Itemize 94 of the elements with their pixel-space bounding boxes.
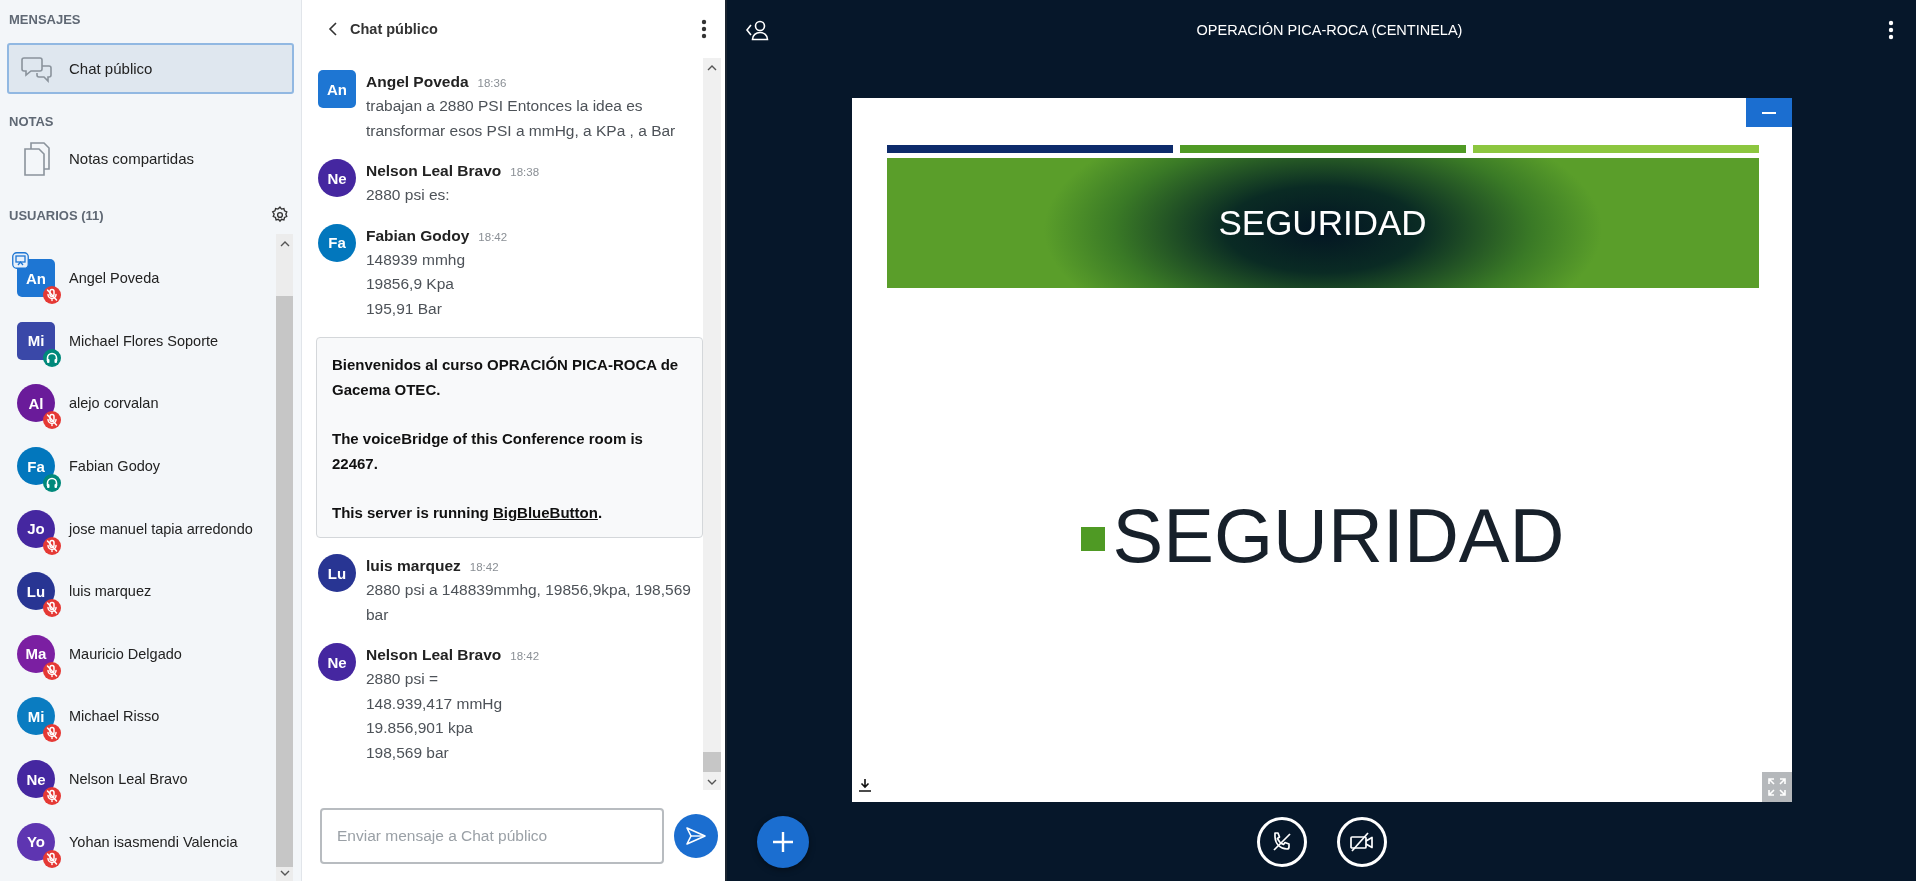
user-list-item[interactable]: Mi Michael Risso (0, 685, 276, 748)
user-name: jose manuel tapia arredondo (69, 520, 253, 537)
user-avatar: Yo (17, 822, 55, 861)
user-name: Mauricio Delgado (69, 645, 182, 662)
user-name: alejo corvalan (69, 395, 159, 412)
more-options-icon[interactable] (1888, 20, 1894, 40)
minimize-button[interactable] (1745, 98, 1792, 127)
scroll-down-icon[interactable] (707, 778, 717, 786)
user-list-item[interactable]: Ne Nelson Leal Bravo (0, 747, 276, 811)
send-icon (685, 825, 707, 846)
user-avatar: Ne (318, 643, 356, 681)
message-text: 195,91 Bar (366, 298, 443, 319)
user-avatar: Ma (17, 634, 55, 673)
user-avatar: Fa (17, 447, 55, 486)
scroll-up-icon[interactable] (279, 240, 290, 248)
section-heading: USUARIOS (11) (9, 207, 104, 223)
more-options-icon[interactable] (701, 19, 707, 39)
message-text: 198,569 bar (366, 742, 450, 763)
video-button[interactable] (1336, 816, 1387, 867)
scrollbar-thumb[interactable] (276, 296, 293, 867)
welcome-text: Bienvenidos al curso OPRACIÓN PICA-ROCA de Gacema OTEC. (332, 355, 680, 400)
fullscreen-icon (1766, 777, 1787, 797)
user-name: Nelson Leal Bravo (69, 771, 188, 788)
bigbluebutton-link[interactable]: BigBlueButton (492, 504, 598, 521)
message-text: 2880 psi es: (366, 185, 451, 205)
user-name: Angel Poveda (69, 270, 160, 287)
download-icon[interactable] (857, 778, 872, 792)
message-time: 18:38 (510, 166, 540, 178)
message-author: Nelson Leal Bravo (366, 161, 502, 181)
section-heading: NOTAS (8, 114, 55, 129)
user-avatar: Jo (17, 509, 55, 548)
plus-icon (771, 829, 795, 854)
user-avatar: Ne (318, 159, 356, 197)
user-name: Michael Flores Soporte (69, 332, 219, 349)
message-author: Fabian Godoy (366, 225, 470, 246)
chat-title: Chat público (350, 21, 439, 37)
minimize-icon (1761, 111, 1776, 114)
user-list-item[interactable]: Mi Michael Flores Soporte (0, 309, 276, 373)
message-text: 148939 mmhg (366, 249, 467, 270)
message-author: Angel Poveda (366, 72, 469, 92)
section-heading: MENSAJES (8, 12, 82, 27)
welcome-text: This server is running BigBlueButton. (332, 503, 604, 523)
user-name: Yohan isasmendi Valencia (69, 833, 238, 850)
message-author: Nelson Leal Bravo (366, 645, 502, 665)
audio-button[interactable] (1256, 816, 1307, 867)
user-avatar: Mi (17, 321, 55, 360)
user-avatar: Lu (318, 554, 356, 592)
message-input-field[interactable]: Enviar mensaje a Chat público (320, 807, 664, 864)
user-avatar: Ne (17, 760, 55, 799)
chat-item[interactable]: Chat público (7, 43, 294, 94)
message-time: 18:42 (510, 650, 540, 662)
user-list-item[interactable]: Jo jose manuel tapia arredondo (0, 497, 276, 560)
scrollbar-thumb[interactable] (703, 752, 721, 772)
user-avatar: Fa (318, 223, 356, 262)
user-list-item[interactable]: Yo Yohan isasmendi Valencia (0, 810, 276, 873)
back-chevron-icon[interactable] (328, 22, 338, 36)
message-time: 18:36 (477, 77, 507, 89)
message-text: 2880 psi a 148839mmhg, 19856,9kpa, 198,569 bar (366, 580, 692, 625)
message-time: 18:42 (478, 230, 508, 243)
user-list-item[interactable]: Fa Fabian Godoy (0, 434, 276, 498)
user-list-item[interactable]: Lu luis marquez (0, 559, 276, 623)
user-list-toggle-icon[interactable] (745, 19, 771, 41)
chat-label: Chat público (69, 60, 153, 77)
message-time: 18:42 (469, 561, 499, 573)
user-name: Fabian Godoy (69, 458, 161, 475)
bullet-square (1080, 527, 1105, 551)
welcome-text: The voiceBridge of this Conference room is 22467. (332, 429, 644, 474)
meeting-title: OPERACIÓN PICA-ROCA (CENTINELA) (1195, 22, 1464, 38)
user-avatar: Mi (17, 697, 55, 736)
message-text: 19856,9 Kpa (366, 274, 455, 294)
user-name: luis marquez (69, 583, 152, 600)
user-avatar: An (318, 70, 356, 108)
settings-icon[interactable] (271, 206, 289, 224)
user-avatar: Lu (17, 572, 55, 611)
actions-button[interactable] (757, 815, 809, 868)
camera-off-icon (1348, 830, 1375, 853)
message-text: 2880 psi = (366, 669, 439, 689)
slide-title: SEGURIDAD (1218, 203, 1427, 243)
message-text: trabajan a 2880 PSI Entonces la idea es transformar esos PSI a mmHg, a KPa , a Bar (366, 96, 677, 141)
user-list-item[interactable]: Ma Mauricio Delgado (0, 622, 276, 686)
message-text: 148.939,417 mmHg (366, 693, 504, 714)
user-list-item[interactable]: Al alejo corvalan (0, 372, 276, 435)
slide-bullet-text: SEGURIDAD (1112, 491, 1565, 579)
send-button[interactable] (674, 813, 718, 858)
user-avatar: Al (17, 384, 55, 423)
user-name: Michael Risso (69, 708, 160, 725)
notes-item[interactable]: Notas compartidas (7, 133, 294, 184)
message-text: 19.856,901 kpa (366, 718, 474, 738)
documents-icon (21, 140, 53, 177)
scroll-up-icon[interactable] (707, 64, 717, 72)
scroll-down-icon[interactable] (279, 869, 290, 877)
notes-label: Notas compartidas (69, 150, 195, 167)
message-author: luis marquez (366, 556, 461, 576)
user-list-item[interactable]: An Angel Poveda (0, 247, 276, 310)
